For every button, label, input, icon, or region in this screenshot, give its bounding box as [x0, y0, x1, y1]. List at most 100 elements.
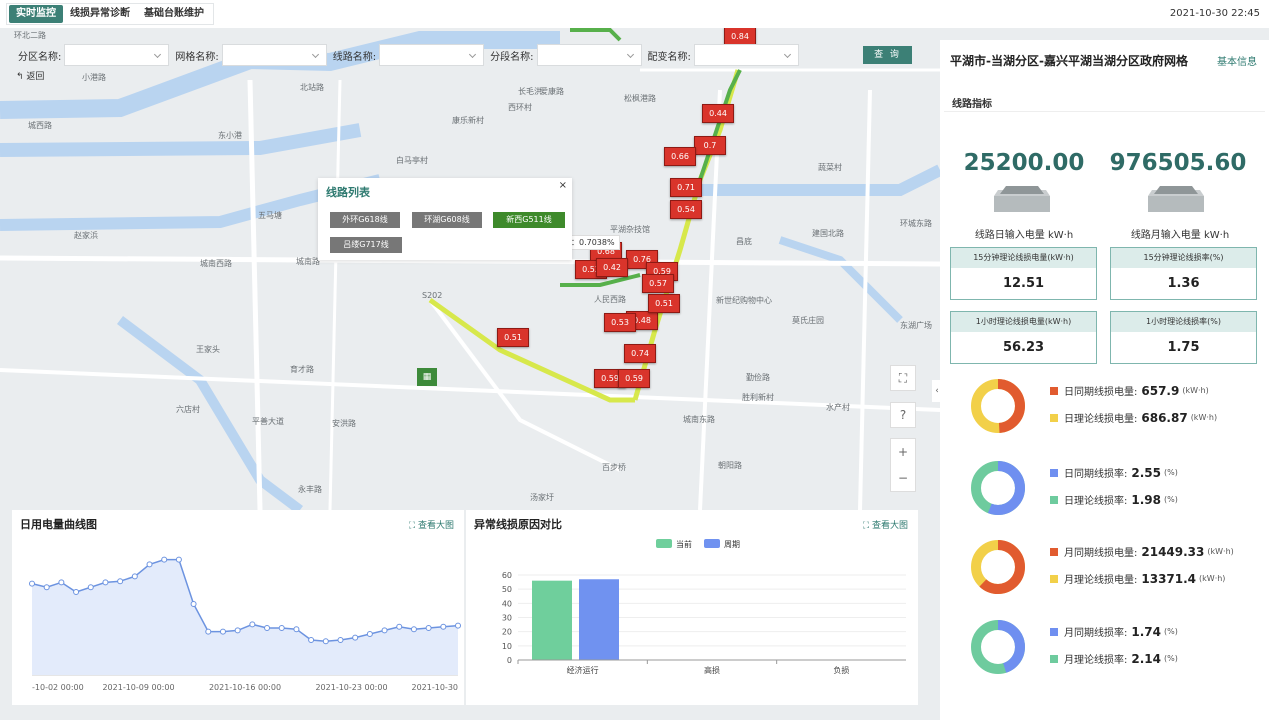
segment-select[interactable]	[536, 44, 642, 66]
data-point	[410, 626, 417, 633]
x-tick-label: 2021-10-09 00:00	[102, 683, 174, 692]
data-point	[102, 579, 109, 586]
line-loss-marker[interactable]: 0.59	[618, 369, 650, 388]
grid-select[interactable]	[221, 44, 327, 66]
line-button-outer-ring[interactable]: 外环G618线	[330, 212, 400, 228]
loss-cause-enlarge-link[interactable]: ⛶ 查看大图	[863, 518, 908, 531]
x-tick-label: 高损	[704, 665, 720, 675]
line-loss-marker[interactable]: 0.54	[670, 200, 702, 219]
zone-select[interactable]	[64, 44, 170, 66]
filter-label-line: 线路名称:	[332, 51, 377, 63]
zoom-in-button[interactable]: +	[891, 439, 915, 465]
line-select[interactable]	[379, 44, 485, 66]
zoom-control: + −	[890, 438, 916, 492]
top-bar: 实时监控 线损异常诊断 基础台账维护 2021-10-30 22:45	[0, 0, 1269, 28]
legend-value: 657.9	[1141, 383, 1180, 398]
map-label: 环城东路	[900, 219, 932, 228]
legend-unit: (kW·h)	[1182, 386, 1209, 395]
x-tick-label: 负损	[833, 665, 849, 675]
legend-unit: (kW·h)	[1199, 574, 1226, 583]
map-label: 康乐新村	[452, 116, 484, 125]
legend-label: 日理论线损电量:	[1064, 414, 1138, 425]
filter-label-segment: 分段名称:	[490, 51, 534, 63]
expand-icon: ⛶	[862, 521, 872, 531]
map-label: 勤俭路	[746, 373, 770, 382]
line-loss-marker[interactable]: 0.51	[648, 294, 680, 313]
legend-value: 686.87	[1141, 410, 1188, 425]
data-point	[205, 628, 212, 635]
line-metrics-title: 线路指标	[952, 99, 992, 110]
monthly-input-value: 976505.60	[1109, 150, 1247, 176]
line-button-lake-ring[interactable]: 环湖G608线	[412, 212, 482, 228]
line-loss-marker[interactable]: 0.44	[702, 104, 734, 123]
x-tick-label: 2021-10-23 00:00	[315, 683, 387, 692]
legend-unit: (%)	[1163, 468, 1178, 477]
tab-realtime-monitor[interactable]: 实时监控	[9, 5, 63, 23]
metric-box-header: 1小时理论线损电量(kW·h)	[951, 312, 1096, 332]
y-tick-label: 20	[502, 628, 512, 637]
basic-info-link[interactable]: 基本信息	[1217, 53, 1257, 68]
tab-line-loss-diagnosis[interactable]: 线损异常诊断	[63, 5, 137, 23]
line-loss-marker[interactable]: 0.42	[596, 258, 628, 277]
daily-usage-enlarge-link[interactable]: ⛶ 查看大图	[409, 518, 454, 531]
donut-legend-row: 日同期线损率: 2.55 (%)	[1050, 465, 1178, 480]
data-point	[337, 637, 344, 643]
line-loss-marker[interactable]: 0.74	[624, 344, 656, 363]
data-point	[249, 621, 256, 628]
close-icon[interactable]: ×	[559, 180, 567, 191]
datetime: 2021-10-30 22:45	[1169, 8, 1260, 19]
tab-ledger-maintenance[interactable]: 基础台账维护	[137, 5, 211, 23]
legend-label: 日同期线损率:	[1064, 469, 1128, 480]
line-loss-marker[interactable]: 0.57	[642, 274, 674, 293]
fullscreen-icon[interactable]: ⛶	[890, 365, 916, 391]
line-loss-marker[interactable]: 0.66	[664, 147, 696, 166]
back-button[interactable]: ↰ 返回	[16, 69, 44, 82]
map-label: 城南西路	[200, 259, 232, 268]
metric-box: 15分钟理论线损电量(kW·h) 12.51	[950, 247, 1097, 300]
legend-swatch	[656, 539, 672, 548]
metric-box-value: 56.23	[1002, 340, 1045, 355]
data-point	[425, 625, 432, 631]
map-label: 小港路	[82, 73, 106, 82]
map-label: 城南路	[296, 257, 320, 266]
y-tick-label: 50	[502, 585, 512, 594]
data-point	[29, 580, 35, 587]
filter-bar: 分区名称: 网格名称: 线路名称: 分段名称: 配变名称: 查 询	[12, 40, 918, 70]
query-button[interactable]: 查 询	[863, 46, 912, 64]
help-icon[interactable]: ?	[890, 402, 916, 428]
map-label: 平湖杂技馆	[610, 225, 650, 234]
ratio-donut	[971, 461, 1025, 515]
substation-icon[interactable]: ▦	[417, 368, 437, 386]
daily-usage-panel: 日用电量曲线图 ⛶ 查看大图 -10-02 00:00 2021-10-09 00…	[12, 510, 464, 705]
legend-value: 13371.4	[1141, 571, 1197, 586]
legend-swatch	[704, 539, 720, 548]
line-button-xinxi[interactable]: 新西G511线	[493, 212, 565, 228]
zoom-out-button[interactable]: −	[891, 465, 915, 491]
right-panel: 平湖市-当湖分区-嘉兴平湖当湖分区政府网格 基本信息 线路指标 25200.00…	[940, 40, 1269, 720]
donut-legend-row: 月同期线损电量: 21449.33 (kW·h)	[1050, 544, 1234, 559]
map-label: 城西路	[28, 121, 52, 130]
map-label: 水产村	[826, 403, 850, 412]
legend-swatch	[1050, 627, 1058, 636]
map-label: 汤家圩	[530, 493, 554, 502]
data-point	[440, 623, 447, 630]
line-loss-marker[interactable]: 0.51	[497, 328, 529, 347]
donut-legend-row: 月同期线损率: 1.74 (%)	[1050, 624, 1178, 639]
map-label: 新世纪购物中心	[716, 296, 772, 305]
line-button-lvlou[interactable]: 吕缕G717线	[330, 237, 402, 253]
metric-box: 15分钟理论线损率(%) 1.36	[1110, 247, 1257, 300]
map-label: 莫氏庄园	[792, 316, 824, 325]
filter-label-zone: 分区名称:	[18, 51, 62, 63]
legend-value: 1.98	[1131, 492, 1161, 507]
line-loss-marker[interactable]: 0.53	[604, 313, 636, 332]
line-list-panel: 线路列表 × 外环G618线 环湖G608线 新西G511线 吕缕G717线	[318, 178, 572, 260]
legend-swatch	[1050, 413, 1058, 422]
transformer-select[interactable]	[693, 44, 799, 66]
line-loss-marker[interactable]: 0.71	[670, 178, 702, 197]
data-point	[455, 622, 461, 629]
line-loss-marker[interactable]: 0.7	[694, 136, 726, 155]
map-label: 东湖广场	[900, 321, 932, 330]
data-point	[322, 638, 329, 645]
pedestal-icon	[994, 186, 1050, 212]
map-label: S202	[422, 291, 443, 300]
